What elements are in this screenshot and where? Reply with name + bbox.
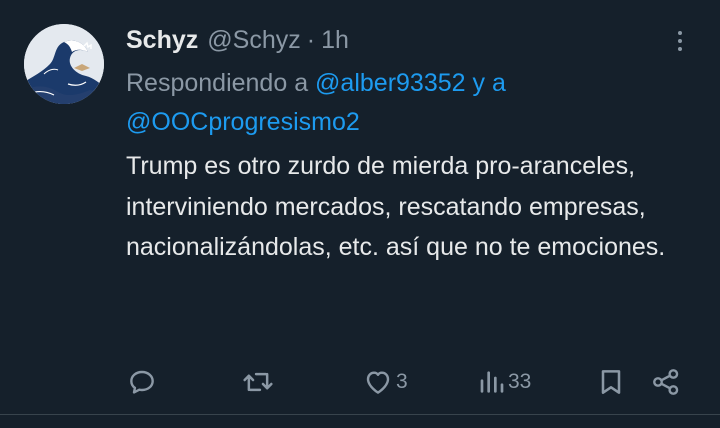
more-options-icon[interactable] — [666, 26, 694, 56]
share-button[interactable] — [650, 362, 682, 402]
great-wave-avatar-image — [24, 24, 104, 104]
comment-icon — [130, 370, 154, 394]
header-separator: · — [306, 25, 316, 54]
views-button[interactable]: 33 — [478, 362, 531, 402]
reply-context: Respondiendo a @alber93352 y a @OOCprogr… — [126, 64, 686, 142]
share-icon — [653, 369, 679, 395]
divider — [0, 414, 720, 415]
mention-link-2[interactable]: @OOCprogresismo2 — [126, 108, 360, 136]
bookmark-button[interactable] — [596, 362, 626, 402]
user-handle[interactable]: @Schyz — [207, 26, 300, 55]
reply-conjunction: y a — [472, 69, 506, 97]
like-button[interactable]: 3 — [362, 362, 408, 402]
tweet-card[interactable]: Schyz @Schyz · 1h Respondiendo a @alber9… — [0, 0, 720, 414]
retweet-button[interactable] — [241, 362, 275, 402]
heart-icon — [366, 371, 390, 394]
like-count: 3 — [396, 370, 408, 393]
tweet-text: Trump es otro zurdo de mierda pro-arance… — [126, 152, 666, 261]
mention-link-1[interactable]: @alber93352 — [315, 69, 466, 97]
avatar[interactable] — [24, 24, 104, 104]
views-count: 33 — [508, 370, 532, 393]
action-bar: 3 33 — [0, 362, 720, 402]
retweet-icon — [243, 372, 273, 392]
reply-prefix: Respondiendo a — [126, 69, 309, 97]
reply-button[interactable] — [126, 362, 158, 402]
timestamp[interactable]: 1h — [321, 26, 349, 55]
bar-chart-icon — [480, 371, 504, 393]
bookmark-icon — [601, 370, 621, 394]
display-name[interactable]: Schyz — [126, 26, 198, 55]
tweet-header: Schyz @Schyz · 1h — [126, 22, 349, 58]
